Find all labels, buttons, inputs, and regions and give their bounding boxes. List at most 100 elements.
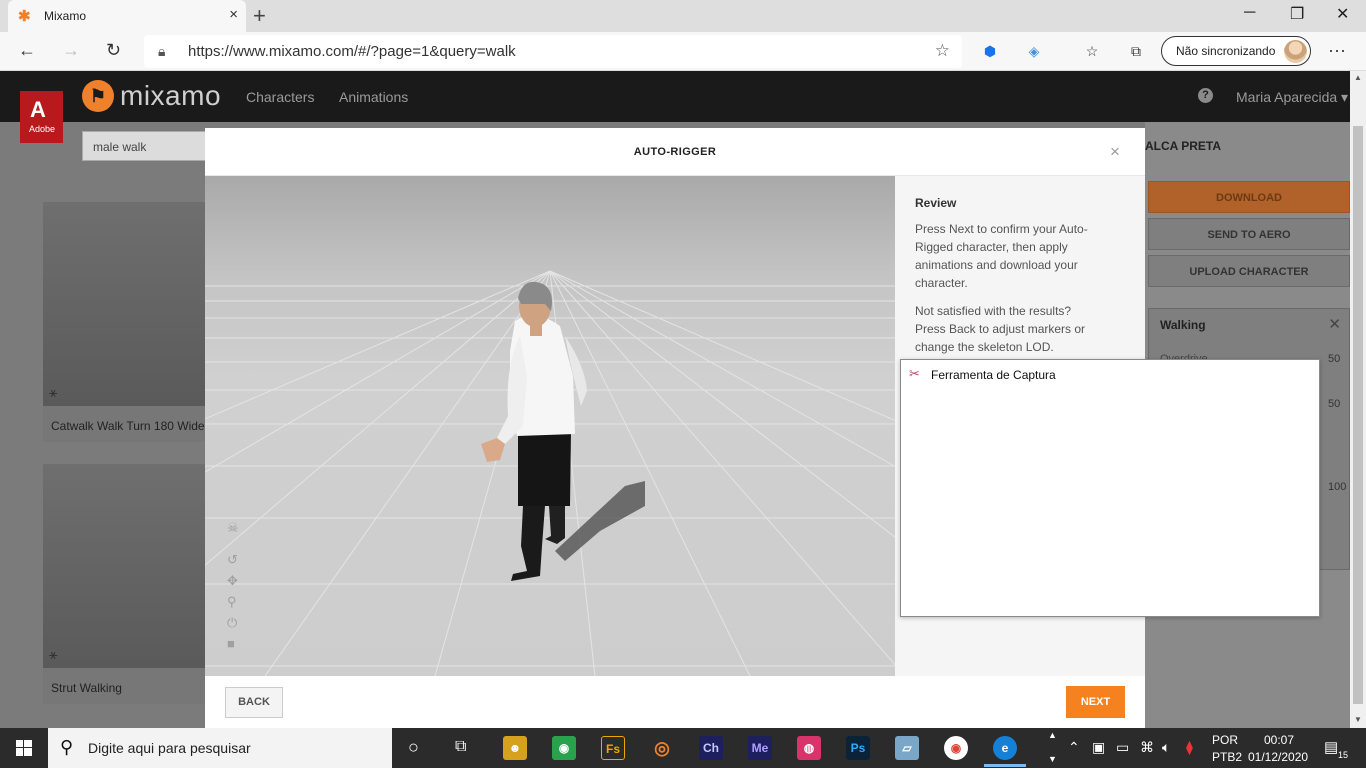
profile-sync-button[interactable]: Não sincronizando bbox=[1161, 36, 1311, 66]
nav-animations[interactable]: Animations bbox=[339, 89, 408, 105]
mixamo-favicon-icon: ✱ bbox=[18, 8, 31, 25]
snipping-tool-title: Ferramenta de Captura bbox=[931, 368, 1056, 382]
user-menu[interactable]: Maria Aparecida ▾ bbox=[1236, 89, 1348, 106]
notes-app-icon[interactable]: ▱ bbox=[895, 736, 919, 760]
scroll-up-icon[interactable]: ▲ bbox=[1354, 73, 1362, 82]
camera-icon[interactable]: ■ bbox=[227, 636, 235, 651]
modal-close-button[interactable]: × bbox=[1110, 142, 1120, 162]
forward-arrow-icon[interactable]: → bbox=[62, 40, 80, 61]
adobe-logo[interactable]: A Adobe bbox=[20, 91, 63, 143]
new-tab-button[interactable]: + bbox=[253, 3, 266, 29]
app-icon[interactable]: ☻ bbox=[503, 736, 527, 760]
browser-tab[interactable]: ✱ Mixamo × bbox=[8, 0, 246, 32]
animation-card[interactable]: ⚹ Strut Walking bbox=[43, 464, 213, 704]
scrollbar-thumb[interactable] bbox=[1353, 126, 1363, 704]
scroll-down-icon[interactable]: ▼ bbox=[1354, 715, 1362, 724]
media-encoder-icon[interactable]: Me bbox=[748, 736, 772, 760]
tab-close-button[interactable]: × bbox=[229, 6, 238, 23]
clock-date[interactable]: 01/12/2020 bbox=[1248, 750, 1308, 764]
meet-now-icon[interactable]: ▣ bbox=[1092, 739, 1105, 756]
help-icon[interactable]: ? bbox=[1198, 88, 1213, 103]
reset-view-icon[interactable]: ↺ bbox=[227, 552, 238, 568]
mixamo-logo-icon[interactable]: ⚑ bbox=[82, 80, 114, 112]
mixamo-header: ⚑ mixamo Characters Animations ? Maria A… bbox=[0, 71, 1350, 122]
download-button[interactable]: DOWNLOAD bbox=[1148, 181, 1350, 213]
start-button[interactable] bbox=[0, 728, 48, 768]
send-to-aero-button[interactable]: SEND TO AERO bbox=[1148, 218, 1350, 250]
favorites-list-icon[interactable]: ☆ bbox=[1082, 41, 1102, 61]
pan-icon[interactable]: ✥ bbox=[227, 573, 238, 589]
modal-title: AUTO-RIGGER bbox=[633, 146, 717, 158]
taskbar-search-placeholder: Digite aqui para pesquisar bbox=[88, 740, 251, 756]
browser-tab-bar: ✱ Mixamo × + ─ ❐ ✕ bbox=[0, 0, 1366, 32]
slider-value: 100 bbox=[1328, 481, 1347, 493]
extension-shield-icon[interactable]: ⬢ bbox=[980, 41, 1000, 61]
search-value: male walk bbox=[93, 140, 147, 154]
lock-icon: 🔒︎ bbox=[158, 43, 166, 59]
search-icon: ⚲ bbox=[60, 737, 74, 757]
restore-button[interactable]: ❐ bbox=[1290, 4, 1304, 24]
blender-icon[interactable]: ◎ bbox=[650, 736, 674, 760]
taskbar-search-box[interactable]: ⚲ Digite aqui para pesquisar bbox=[48, 728, 392, 768]
next-button[interactable]: NEXT bbox=[1066, 686, 1125, 718]
cortana-icon[interactable]: ○ bbox=[408, 737, 419, 758]
volume-icon[interactable]: 🔈︎ bbox=[1162, 739, 1170, 756]
language-secondary[interactable]: PTB2 bbox=[1212, 750, 1242, 764]
animation-thumbnail bbox=[43, 202, 213, 406]
user-name: Maria Aparecida bbox=[1236, 89, 1338, 105]
power-icon[interactable]: ⏻ bbox=[227, 615, 237, 631]
3d-viewport[interactable]: ☠ ↺ ✥ ⚲ ⏻ ■ bbox=[205, 176, 895, 676]
dropbox-icon[interactable]: ⧫ bbox=[1186, 739, 1193, 756]
animation-search-input[interactable]: male walk bbox=[82, 131, 212, 161]
task-view-icon[interactable]: ⧉ bbox=[455, 738, 466, 756]
snipping-tool-window[interactable]: ✂ Ferramenta de Captura bbox=[900, 359, 1320, 617]
running-man-icon: ⚹ bbox=[49, 646, 58, 662]
mixamo-brand[interactable]: mixamo bbox=[120, 80, 221, 112]
chrome-icon[interactable]: ◉ bbox=[944, 736, 968, 760]
photoshop-icon[interactable]: Ps bbox=[846, 736, 870, 760]
windows-taskbar: ⚲ Digite aqui para pesquisar ○ ⧉ ☻ ◉ Fs … bbox=[0, 728, 1366, 768]
review-text-2: Not satisfied with the results? Press Ba… bbox=[915, 304, 1086, 354]
maps-app-icon[interactable]: ◉ bbox=[552, 736, 576, 760]
language-primary[interactable]: POR bbox=[1212, 733, 1238, 747]
show-hidden-icons[interactable]: ⌃ bbox=[1068, 739, 1080, 756]
zoom-icon[interactable]: ⚲ bbox=[227, 594, 237, 610]
battery-icon[interactable]: ▭ bbox=[1116, 739, 1129, 756]
slider-value: 50 bbox=[1328, 398, 1341, 410]
notification-icon[interactable]: ▤ bbox=[1324, 738, 1338, 756]
clock-time[interactable]: 00:07 bbox=[1264, 733, 1294, 747]
notification-count: 15 bbox=[1338, 750, 1349, 760]
nav-characters[interactable]: Characters bbox=[246, 89, 314, 105]
close-window-button[interactable]: ✕ bbox=[1336, 4, 1349, 24]
network-icon[interactable]: ⌘ bbox=[1140, 739, 1154, 756]
fuse-app-icon[interactable]: Fs bbox=[601, 736, 625, 760]
tray-up-icon[interactable]: ▲ bbox=[1048, 730, 1057, 740]
sync-label: Não sincronizando bbox=[1176, 44, 1276, 58]
character-animator-icon[interactable]: Ch bbox=[699, 736, 723, 760]
active-app-indicator bbox=[984, 764, 1026, 767]
back-button[interactable]: BACK bbox=[225, 687, 283, 718]
animation-card[interactable]: ⚹ Catwalk Walk Turn 180 Wide bbox=[43, 202, 213, 442]
windows-logo-icon bbox=[16, 740, 32, 756]
creative-cloud-icon[interactable]: ◍ bbox=[797, 736, 821, 760]
page-scrollbar[interactable]: ▲ ▼ bbox=[1350, 71, 1366, 728]
more-menu-icon[interactable]: ··· bbox=[1328, 40, 1346, 61]
avatar bbox=[1284, 40, 1307, 63]
running-man-icon: ⚹ bbox=[49, 384, 58, 400]
adobe-a-icon: A bbox=[30, 97, 46, 122]
url-text[interactable]: https://www.mixamo.com/#/?page=1&query=w… bbox=[188, 43, 516, 60]
minimize-button[interactable]: ─ bbox=[1244, 4, 1255, 22]
address-bar[interactable]: 🔒︎ https://www.mixamo.com/#/?page=1&quer… bbox=[144, 35, 962, 68]
upload-character-button[interactable]: UPLOAD CHARACTER bbox=[1148, 255, 1350, 287]
modal-footer: BACK NEXT bbox=[205, 676, 1145, 728]
extension-diamond-icon[interactable]: ◈ bbox=[1024, 41, 1044, 61]
tray-down-icon[interactable]: ▼ bbox=[1048, 754, 1057, 764]
address-toolbar: ← → ↻ 🔒︎ https://www.mixamo.com/#/?page=… bbox=[0, 32, 1366, 71]
collections-icon[interactable]: ⧉ bbox=[1126, 41, 1146, 61]
back-arrow-icon[interactable]: ← bbox=[18, 40, 36, 61]
skeleton-toggle-icon[interactable]: ☠ bbox=[227, 520, 239, 536]
refresh-icon[interactable]: ↻ bbox=[106, 40, 121, 61]
edge-icon[interactable]: e bbox=[993, 736, 1017, 760]
favorite-star-icon[interactable]: ☆ bbox=[935, 41, 950, 61]
close-icon[interactable]: ✕ bbox=[1328, 315, 1341, 333]
